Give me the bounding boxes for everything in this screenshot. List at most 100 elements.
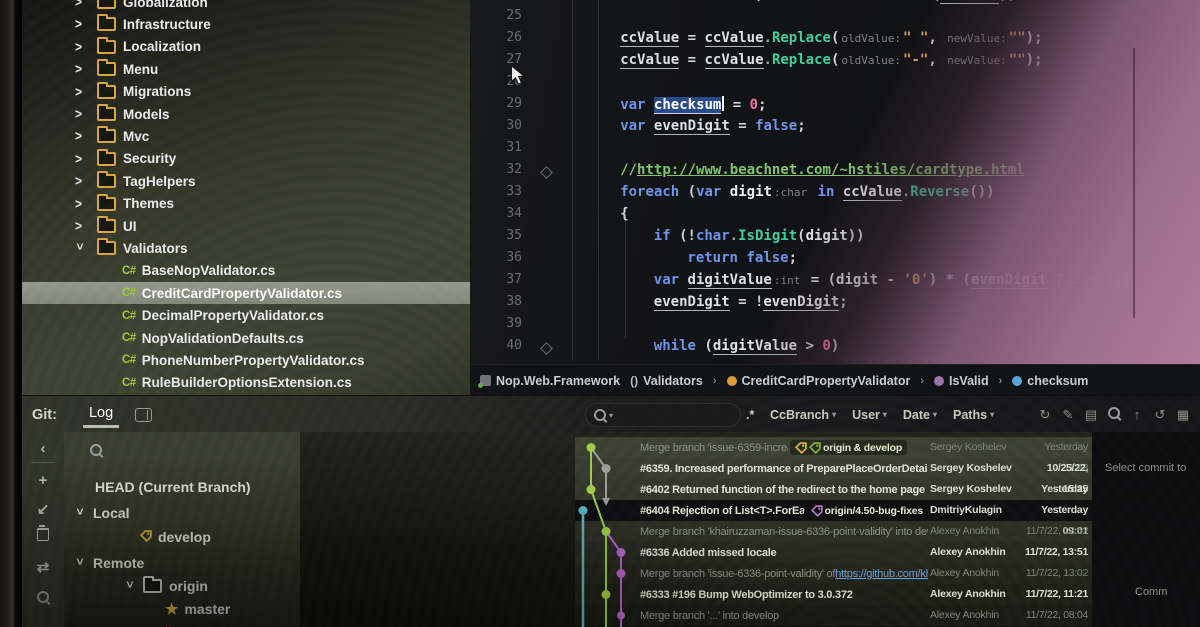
breadcrumb-item[interactable]: CreditCardPropertyValidator xyxy=(727,374,911,388)
branch-row[interactable]: >Local xyxy=(64,502,300,524)
breadcrumb-item[interactable]: Nop.Web.Framework xyxy=(480,374,620,388)
tree-row[interactable]: >UI xyxy=(22,215,470,237)
log-row[interactable]: #6359. Increased performance of PrepareP… xyxy=(575,458,1092,479)
breadcrumb-item[interactable]: IsValid xyxy=(934,374,989,388)
chevron-right-icon[interactable]: > xyxy=(75,128,85,144)
log-row[interactable]: #6336 Added missed localeAlexey Anokhin1… xyxy=(575,542,1092,563)
log-row[interactable]: Merge branch 'khairuzzaman-issue-6336-po… xyxy=(575,521,1092,542)
rollback-icon[interactable]: ↺ xyxy=(1152,407,1168,423)
log-row[interactable]: #6333 #196 Bump WebOptimizer to 3.0.372A… xyxy=(575,584,1092,605)
code-line[interactable]: 38evenDigit = !evenDigit; xyxy=(470,294,1200,316)
delete-icon[interactable] xyxy=(22,528,64,545)
breadcrumb-item[interactable]: checksum xyxy=(1012,374,1088,388)
filter-user[interactable]: User▾ xyxy=(852,408,887,422)
log-search-input[interactable]: ▾ xyxy=(585,403,741,427)
trash-glyph xyxy=(37,528,49,541)
chevron-right-icon[interactable]: > xyxy=(75,0,85,10)
paintbrush-icon[interactable]: ✎ xyxy=(1060,407,1076,423)
collapse-panel-icon[interactable]: ‹ xyxy=(22,440,64,457)
log-row[interactable]: #6402 Returned function of the redirect … xyxy=(575,479,1092,500)
pull-icon[interactable]: ↙ xyxy=(22,500,64,518)
code-line[interactable]: 30var evenDigit = false; xyxy=(470,118,1200,140)
log-row[interactable]: #6404 Rejection of List<T>.ForEach due t… xyxy=(575,500,1092,521)
search-icon[interactable] xyxy=(1106,407,1122,422)
tab-log[interactable]: Log xyxy=(83,405,119,424)
tree-row[interactable]: >Themes xyxy=(22,193,470,215)
code-line[interactable]: 40while (digitValue > 0) xyxy=(470,338,1200,360)
tree-row[interactable]: C#PhoneNumberPropertyValidator.cs xyxy=(22,349,470,371)
branch-row[interactable]: develop xyxy=(64,526,300,548)
tree-row[interactable]: >Localization xyxy=(22,36,470,58)
tree-row[interactable]: >Mvc xyxy=(22,125,470,147)
find-icon[interactable] xyxy=(22,590,64,607)
code-line[interactable]: 35if (!char.IsDigit(digit)) xyxy=(470,228,1200,250)
chevron-right-icon[interactable]: > xyxy=(75,151,85,167)
code-token: oldValue: xyxy=(839,32,903,45)
log-row[interactable]: Merge branch 'issue-6336-point-validity'… xyxy=(575,563,1092,584)
branch-row[interactable]: >origin xyxy=(64,575,300,597)
code-line[interactable]: 32//http://www.beachnet.com/~hstiles/car… xyxy=(470,162,1200,184)
refresh-icon[interactable]: ↻ xyxy=(1037,407,1053,423)
chevron-right-icon[interactable]: > xyxy=(75,39,85,55)
branch-row[interactable]: ★master xyxy=(64,598,300,620)
chevron-right-icon[interactable]: > xyxy=(75,84,85,100)
tree-row[interactable]: >Models xyxy=(22,103,470,125)
code-line[interactable]: 39 xyxy=(470,316,1200,338)
chevron-right-icon[interactable]: > xyxy=(75,16,85,32)
filter-paths[interactable]: Paths▾ xyxy=(953,408,994,422)
branch-search-icon[interactable] xyxy=(90,444,102,456)
branch-row[interactable]: ⇅4.30-bug-fixes xyxy=(64,621,300,627)
code-line[interactable]: 27ccValue = ccValue.Replace(oldValue:"-"… xyxy=(470,52,1200,74)
tree-row[interactable]: > Security xyxy=(22,148,470,170)
chevron-right-icon[interactable]: > xyxy=(75,61,85,77)
filter-branch[interactable]: Branch▾ xyxy=(786,408,836,422)
collapse-branches-icon[interactable]: ⇄ xyxy=(22,558,64,576)
code-line[interactable]: 29var checksum = 0; xyxy=(470,96,1200,118)
regex-toggle[interactable]: .* xyxy=(746,408,754,422)
code-editor[interactable]: return false;(ccValue))2526ccValue = ccV… xyxy=(470,0,1200,364)
tree-row[interactable]: >Menu xyxy=(22,58,470,80)
chevron-down-icon[interactable]: > xyxy=(123,581,137,591)
code-line[interactable]: 25 xyxy=(470,8,1200,30)
code-line[interactable]: 36return false; xyxy=(470,250,1200,272)
tree-row[interactable]: >Migrations xyxy=(22,81,470,103)
breadcrumb-item[interactable]: ()Validators xyxy=(630,374,703,388)
code-line[interactable]: 26ccValue = ccValue.Replace(oldValue:" "… xyxy=(470,30,1200,52)
branch-row[interactable]: >Remote xyxy=(64,552,300,574)
tree-row[interactable]: C#RuleBuilderOptionsExtension.cs xyxy=(22,372,470,394)
code-line[interactable]: 31 xyxy=(470,140,1200,162)
branch-row[interactable]: HEAD (Current Branch) xyxy=(64,476,300,498)
tree-row[interactable]: >Globalization xyxy=(22,0,470,13)
code-line[interactable]: 37var digitValue:int = (digit - '0') * (… xyxy=(470,272,1200,294)
chevron-right-icon[interactable]: > xyxy=(75,218,85,234)
code-line[interactable]: 28 xyxy=(470,74,1200,96)
log-row[interactable]: Merge branch '...' into developAlexey An… xyxy=(575,605,1092,626)
tree-row[interactable]: C#DecimalPropertyValidator.cs xyxy=(22,305,470,327)
tree-item-label: Security xyxy=(123,151,176,166)
chevron-right-icon[interactable]: > xyxy=(75,196,85,212)
chevron-right-icon[interactable]: > xyxy=(75,173,85,189)
navigate-up-icon[interactable]: ↑ xyxy=(1129,407,1145,422)
chevron-right-icon[interactable]: > xyxy=(75,106,85,122)
code-line[interactable]: 33foreach (var digit:char in ccValue.Rev… xyxy=(470,184,1200,206)
details-view-icon[interactable]: ▦ xyxy=(1175,407,1191,423)
code-line[interactable]: 34{ xyxy=(470,206,1200,228)
tree-row[interactable]: >TagHelpers xyxy=(22,170,470,192)
tree-row[interactable]: >Validators xyxy=(22,237,470,259)
filter-date[interactable]: Date▾ xyxy=(903,408,937,422)
add-icon[interactable]: + xyxy=(22,472,64,489)
chevron-down-icon[interactable]: > xyxy=(73,508,87,518)
tree-row[interactable]: C#CreditCardPropertyValidator.cs xyxy=(22,282,470,304)
chevron-down-icon[interactable]: > xyxy=(73,558,87,568)
tree-row[interactable]: >Infrastructure xyxy=(22,13,470,35)
log-row[interactable]: Merge branch 'issue-6359-increase-perfor… xyxy=(575,437,1092,458)
chevron-down-icon[interactable]: > xyxy=(73,243,87,253)
commit-message-text: #6359. Increased performance of PrepareP… xyxy=(640,463,928,475)
collapse-all-icon[interactable]: ▤ xyxy=(1083,407,1099,423)
details-pane-icon[interactable] xyxy=(135,408,152,422)
commit-link[interactable]: https://github.com/khairuzzaman/ xyxy=(835,568,928,580)
tree-row[interactable]: C#NopValidationDefaults.cs xyxy=(22,327,470,349)
git-vertical-toolbar: ‹ + ↙ ⇄ xyxy=(22,432,65,627)
tree-row[interactable]: C#BaseNopValidator.cs xyxy=(22,260,470,282)
code-token: // xyxy=(620,162,637,178)
